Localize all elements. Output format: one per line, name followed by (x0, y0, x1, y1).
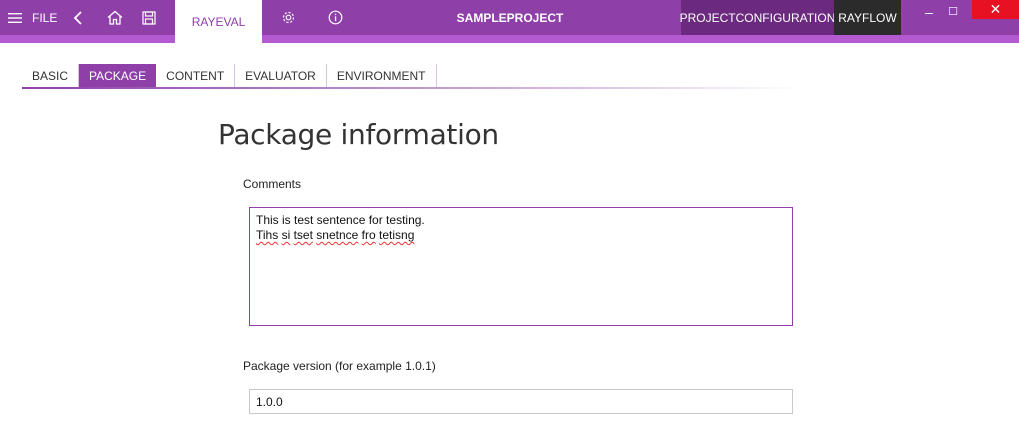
hamburger-icon[interactable] (8, 0, 22, 35)
tab-rayeval[interactable]: RAYEVAL (175, 0, 262, 43)
page-title: Package information (218, 118, 499, 151)
comments-line: Tihs si tset snetnce fro tetisng (256, 228, 786, 243)
tab-rayflow[interactable]: RAYFLOW (834, 0, 901, 35)
comment-text: This is test sentence for testing. (256, 213, 425, 227)
misspelled-word: snetnce (316, 228, 359, 242)
misspelled-word: si (281, 228, 291, 242)
comments-label: Comments (243, 177, 302, 191)
misspelled-word: fro (361, 228, 376, 242)
save-icon[interactable] (142, 0, 156, 35)
project-title: SAMPLEPROJECT (456, 10, 564, 25)
package-version-input[interactable]: 1.0.0 (249, 389, 793, 414)
close-button[interactable]: ✕ (972, 0, 1019, 19)
minimize-button[interactable]: – (918, 0, 940, 29)
comments-line: This is test sentence for testing. (256, 213, 786, 228)
misspelled-word: Tihs (256, 228, 279, 242)
tab-project-configuration[interactable]: PROJECTCONFIGURATION (680, 0, 835, 35)
subtab-bar: BASIC PACKAGE CONTENT EVALUATOR ENVIRONM… (22, 64, 802, 89)
title-bar-accent (0, 35, 1019, 43)
subtab-underline (22, 87, 802, 89)
package-version-label: Package version (for example 1.0.1) (243, 359, 436, 373)
file-menu[interactable]: FILE (32, 0, 57, 35)
tab-evaluator[interactable]: EVALUATOR (235, 64, 327, 88)
info-icon[interactable] (328, 0, 343, 35)
misspelled-word: tset (293, 228, 313, 242)
comments-textarea[interactable]: This is test sentence for testing. Tihs s… (249, 207, 793, 326)
gear-icon[interactable] (281, 0, 296, 35)
maximize-button[interactable]: ☐ (944, 0, 962, 29)
home-icon[interactable] (107, 0, 123, 35)
tab-content[interactable]: CONTENT (156, 64, 236, 88)
tab-environment[interactable]: ENVIRONMENT (327, 64, 437, 88)
tab-package[interactable]: PACKAGE (79, 64, 157, 88)
tab-basic[interactable]: BASIC (22, 64, 80, 88)
misspelled-word: tetisng (379, 228, 415, 242)
back-arrow-icon[interactable] (72, 0, 84, 35)
